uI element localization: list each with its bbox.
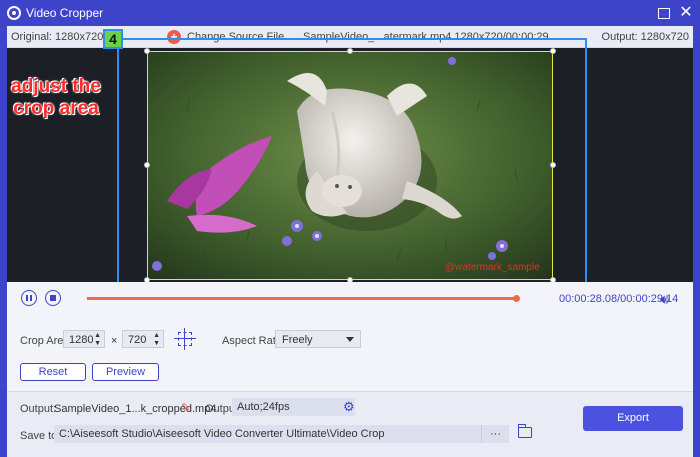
- preview-button[interactable]: Preview: [92, 363, 159, 381]
- output-format-value: Auto;24fps: [237, 401, 290, 413]
- volume-icon[interactable]: 🔊︎: [660, 291, 669, 308]
- output-panel: Output: SampleVideo_1...k_cropped.mp4 ✎ …: [0, 391, 700, 457]
- browse-button[interactable]: ···: [481, 425, 509, 443]
- crop-height-value: 720: [128, 334, 147, 346]
- window-title: Video Cropper: [26, 6, 104, 20]
- close-button[interactable]: ✕: [678, 5, 694, 21]
- original-resolution: Original: 1280x720: [11, 31, 104, 43]
- output-format-field[interactable]: Auto;24fps: [232, 398, 355, 416]
- save-path-value: C:\Aiseesoft Studio\Aiseesoft Video Conv…: [59, 428, 385, 440]
- seek-bar[interactable]: [87, 295, 521, 302]
- export-button[interactable]: Export: [583, 406, 683, 431]
- crop-settings: Crop Area: 1280 ▲ ▼ × 720 ▲ ▼ Aspect Ratio…: [7, 316, 693, 386]
- stop-icon[interactable]: [45, 290, 61, 306]
- stepper-arrows-icon[interactable]: ▲ ▼: [94, 332, 101, 348]
- chevron-down-icon: [346, 337, 354, 342]
- gear-icon[interactable]: ⚙: [343, 400, 355, 413]
- crop-width-stepper[interactable]: 1280 ▲ ▼: [63, 330, 105, 348]
- playback-bar: 00:00:28.08/00:00:29.14 🔊︎: [7, 282, 693, 316]
- annotation-highlight-box: [117, 38, 587, 298]
- reset-button[interactable]: Reset: [20, 363, 86, 381]
- crop-height-stepper[interactable]: 720 ▲ ▼: [122, 330, 164, 348]
- seek-handle[interactable]: [513, 295, 521, 302]
- maximize-button[interactable]: [656, 5, 672, 21]
- pause-icon[interactable]: [21, 290, 37, 306]
- stepper-arrows-icon[interactable]: ▲ ▼: [153, 332, 160, 348]
- output-filename: SampleVideo_1...k_cropped.mp4: [54, 403, 217, 415]
- times-sign: ×: [111, 335, 118, 347]
- crop-width-value: 1280: [69, 334, 94, 346]
- output-name-label: Output:: [20, 403, 57, 415]
- folder-icon[interactable]: [518, 424, 532, 438]
- title-bar: Video Cropper ✕: [0, 0, 700, 26]
- aspect-ratio-value: Freely: [282, 334, 313, 346]
- output-resolution: Output: 1280x720: [601, 31, 689, 43]
- app-logo-icon: [7, 6, 21, 20]
- edit-icon[interactable]: ✎: [181, 401, 190, 414]
- step-number-badge: 4: [103, 29, 123, 49]
- aspect-ratio-select[interactable]: Freely: [275, 330, 361, 348]
- save-path-field[interactable]: C:\Aiseesoft Studio\Aiseesoft Video Conv…: [54, 425, 509, 443]
- center-crop-icon[interactable]: [174, 328, 196, 350]
- annotation-callout: adjust the crop area: [11, 76, 101, 119]
